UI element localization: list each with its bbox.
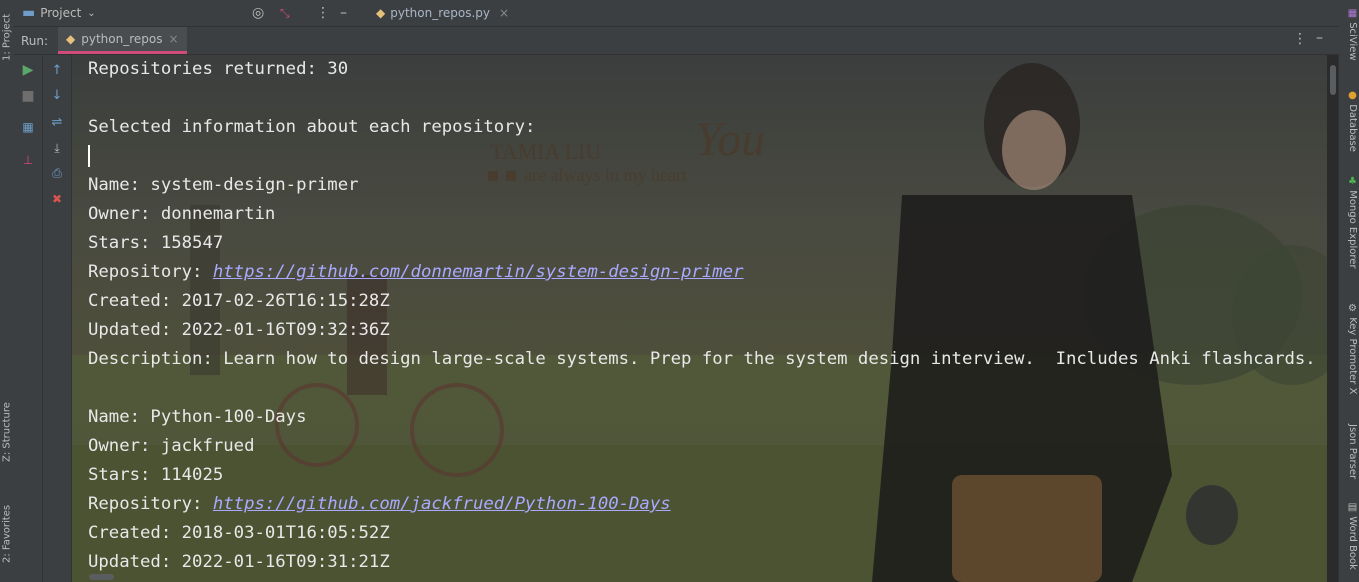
folder-icon: ▬ [22,5,36,21]
collapse-icon[interactable]: ⤡ [280,6,290,21]
repository-label: Repository: [88,262,213,282]
console-line: Created: 2017-02-26T16:15:28Z [88,291,390,311]
run-tab-label: python_repos [81,32,163,46]
console-line: Updated: 2022-01-16T09:32:36Z [88,320,390,340]
database-label: Database [1347,104,1358,152]
close-icon[interactable]: × [499,6,509,20]
left-tool-strip: 1: Project Z: Structure 2: Favorites [0,0,15,582]
trash-icon[interactable]: ✖ [49,191,65,207]
more-options-icon[interactable]: ⋮ [316,5,330,21]
console-output[interactable]: TAMIA LIU You are always in my heart Rep… [72,55,1327,582]
vertical-scroll-thumb[interactable] [1330,65,1336,95]
more-options-icon[interactable]: ⋮ [1293,31,1307,47]
console-line: Repositories returned: 30 [88,59,349,79]
project-tool-tab[interactable]: 1: Project [0,2,14,72]
project-dropdown[interactable]: Project [40,6,81,20]
horizontal-scrollbar[interactable] [89,572,1327,582]
scroll-to-end-icon[interactable]: ⤓ [49,140,65,156]
console-line: Name: system-design-primer [88,175,359,195]
pin-icon[interactable]: ⊥ [20,152,36,168]
python-file-icon: ◆ [66,32,76,46]
sciview-tool-tab[interactable]: ▦ SciView [1340,8,1358,61]
editor-tab-python-repos[interactable]: ◆ python_repos.py × [370,0,515,26]
json-parser-tool-tab[interactable]: Json Parser [1340,424,1358,479]
console-line: Selected information about each reposito… [88,117,536,137]
book-icon: ▤ [1347,502,1358,513]
word-book-tool-tab[interactable]: ▤ Word Book [1340,502,1358,570]
target-icon[interactable]: ◎ [252,5,264,21]
layout-icon[interactable]: ▦ [20,119,36,135]
run-toolbar-primary: ▶ ■ ▦ ⊥ [14,55,43,582]
console-line: Repository: https://github.com/jackfrued… [88,490,1316,519]
repository-link[interactable]: https://github.com/jackfrued/Python-100-… [213,494,671,514]
sciview-icon: ▦ [1347,8,1358,19]
rerun-icon[interactable]: ▶ [20,62,36,78]
project-header: ▬ Project ⌄ ◎ ⤡ ⋮ – [14,0,358,26]
key-promoter-label: Key Promoter X [1347,317,1358,395]
word-book-label: Word Book [1347,516,1358,570]
run-tab-python-repos[interactable]: ◆ python_repos × [58,27,187,54]
editor-tab-label: python_repos.py [390,6,491,20]
mongo-explorer-label: Mongo Explorer [1347,190,1358,269]
console-line: Name: Python-100-Days [88,407,307,427]
minimize-icon[interactable]: – [340,5,347,21]
console-line: Stars: 114025 [88,465,224,485]
chevron-down-icon[interactable]: ⌄ [87,8,95,19]
text-caret [88,145,90,167]
structure-tool-tab[interactable]: Z: Structure [0,392,14,472]
run-toolbar-secondary: ↑ ↓ ⇌ ⤓ ⎙ ✖ [43,55,72,582]
console-line [88,142,1316,171]
console-line: Stars: 158547 [88,233,224,253]
sciview-label: SciView [1347,22,1358,61]
database-icon: ● [1347,90,1358,101]
console-lines: Repositories returned: 30 Selected inform… [88,55,1316,577]
favorites-tool-tab[interactable]: 2: Favorites [0,490,14,578]
key-promoter-tool-tab[interactable]: ⚙ Key Promoter X [1340,303,1358,394]
repository-label: Repository: [88,494,213,514]
console-line: Description: Learn how to design large-s… [88,349,1316,369]
console-line: Created: 2018-03-01T16:05:52Z [88,523,390,543]
horizontal-scroll-thumb[interactable] [89,574,114,580]
console-line: Owner: donnemartin [88,204,276,224]
print-icon[interactable]: ⎙ [49,165,65,181]
run-label: Run: [21,34,49,48]
repository-link[interactable]: https://github.com/donnemartin/system-de… [213,262,744,282]
leaf-icon: ♣ [1347,176,1358,187]
soft-wrap-icon[interactable]: ⇌ [49,114,65,130]
vertical-scrollbar[interactable] [1327,55,1339,582]
up-arrow-icon[interactable]: ↑ [49,62,65,78]
run-bar: Run: ◆ python_repos × ⋮ – [14,27,1339,55]
stop-icon[interactable]: ■ [20,88,36,104]
close-icon[interactable]: × [168,32,178,46]
mongo-explorer-tool-tab[interactable]: ♣ Mongo Explorer [1340,176,1358,269]
gear-icon: ⚙ [1347,303,1358,314]
down-arrow-icon[interactable]: ↓ [49,87,65,103]
top-bar: ▬ Project ⌄ ◎ ⤡ ⋮ – ◆ python_repos.py × [14,0,1339,27]
python-file-icon: ◆ [376,6,386,20]
database-tool-tab[interactable]: ● Database [1340,90,1358,152]
console-line: Owner: jackfrued [88,436,255,456]
right-tool-strip: ▦ SciView ● Database ♣ Mongo Explorer ⚙ … [1338,0,1359,582]
minimize-icon[interactable]: – [1316,30,1323,46]
console-line: Repository: https://github.com/donnemart… [88,258,1316,287]
